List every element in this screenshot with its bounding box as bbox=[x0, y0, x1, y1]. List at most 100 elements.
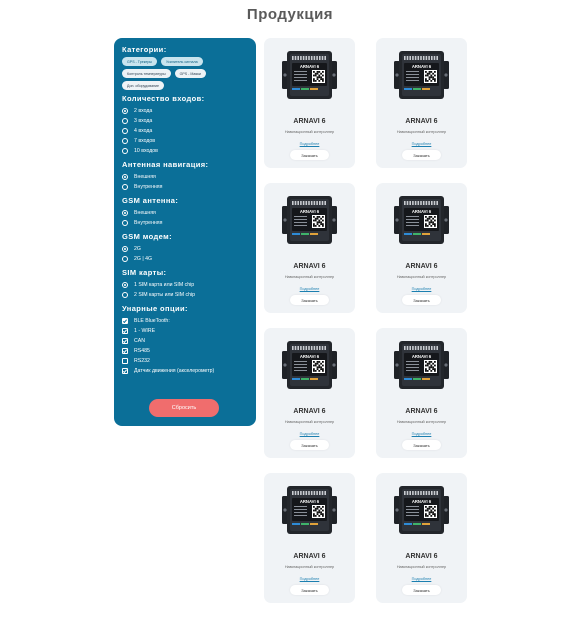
radio-icon[interactable] bbox=[122, 292, 128, 298]
inputs-option[interactable]: 7 входов bbox=[122, 136, 248, 146]
product-card[interactable]: ARNAVI 6 ARNAVI 6 Навигационный контролл… bbox=[264, 328, 355, 458]
radio-icon[interactable] bbox=[122, 118, 128, 124]
product-card[interactable]: ARNAVI 6 ARNAVI 6 Навигационный контролл… bbox=[264, 38, 355, 168]
options-checkbox-row[interactable]: BLE BlueTooth: bbox=[122, 316, 248, 326]
product-card[interactable]: ARNAVI 6 ARNAVI 6 Навигационный контролл… bbox=[264, 473, 355, 603]
order-button[interactable]: Заказать bbox=[402, 440, 441, 450]
details-link[interactable]: Подробнее bbox=[264, 287, 355, 291]
radio-icon[interactable] bbox=[122, 128, 128, 134]
details-link[interactable]: Подробнее bbox=[264, 142, 355, 146]
option-label: 2G bbox=[134, 246, 141, 252]
device-image: ARNAVI 6 bbox=[282, 51, 337, 99]
page-title: Продукция bbox=[246, 6, 334, 23]
order-button[interactable]: Заказать bbox=[402, 295, 441, 305]
inputs-option[interactable]: 3 входа bbox=[122, 116, 248, 126]
radio-icon[interactable] bbox=[122, 256, 128, 262]
order-button[interactable]: Заказать bbox=[290, 440, 329, 450]
product-card[interactable]: ARNAVI 6 ARNAVI 6 Навигационный контролл… bbox=[376, 328, 467, 458]
filter-sidebar: Категории: GPS - Трекеры Усилитель сигна… bbox=[114, 38, 256, 426]
radio-icon[interactable] bbox=[122, 174, 128, 180]
device-brand-label: ARNAVI 6 bbox=[300, 499, 320, 504]
options-checkbox-row[interactable]: RS232 bbox=[122, 356, 248, 366]
details-link[interactable]: Подробнее bbox=[376, 432, 467, 436]
option-label: 3 входа bbox=[134, 118, 153, 124]
gsm-antenna-option[interactable]: Внутренняя bbox=[122, 218, 248, 228]
radio-icon[interactable] bbox=[122, 108, 128, 114]
options-checkbox-row[interactable]: Датчик движения (акселерометр) bbox=[122, 366, 248, 376]
option-label: Датчик движения (акселерометр) bbox=[134, 368, 215, 374]
option-label: Внешняя bbox=[134, 174, 156, 180]
device-brand-label: ARNAVI 6 bbox=[300, 209, 320, 214]
reset-button[interactable]: Сбросить bbox=[149, 399, 219, 417]
checkbox-icon[interactable] bbox=[122, 328, 128, 334]
radio-icon[interactable] bbox=[122, 282, 128, 288]
details-link[interactable]: Подробнее bbox=[376, 577, 467, 581]
product-card[interactable]: ARNAVI 6 ARNAVI 6 Навигационный контролл… bbox=[264, 183, 355, 313]
inputs-option[interactable]: 4 входа bbox=[122, 126, 248, 136]
gsm-modem-option[interactable]: 2G bbox=[122, 244, 248, 254]
product-name: ARNAVI 6 bbox=[293, 408, 326, 415]
device-image: ARNAVI 6 bbox=[282, 486, 337, 534]
details-link[interactable]: Подробнее bbox=[264, 432, 355, 436]
product-name: ARNAVI 6 bbox=[293, 263, 326, 270]
device-image: ARNAVI 6 bbox=[394, 486, 449, 534]
sim-option[interactable]: 1 SIM карта или SIM chip bbox=[122, 280, 248, 290]
checkbox-icon[interactable] bbox=[122, 338, 128, 344]
order-button[interactable]: Заказать bbox=[290, 585, 329, 595]
product-name: ARNAVI 6 bbox=[293, 553, 326, 560]
antenna-option[interactable]: Внешняя bbox=[122, 172, 248, 182]
radio-icon[interactable] bbox=[122, 138, 128, 144]
product-subtitle: Навигационный контроллер bbox=[284, 130, 335, 134]
category-chip-extra-equipment[interactable]: Доп. оборудование bbox=[122, 81, 165, 90]
sim-option[interactable]: 2 SIM карты или SIM chip bbox=[122, 290, 248, 300]
radio-icon[interactable] bbox=[122, 184, 128, 190]
details-link[interactable]: Подробнее bbox=[264, 577, 355, 581]
product-subtitle: Навигационный контроллер bbox=[396, 565, 447, 569]
product-card[interactable]: ARNAVI 6 ARNAVI 6 Навигационный контролл… bbox=[376, 38, 467, 168]
option-label: 7 входов bbox=[134, 138, 156, 144]
device-brand-label: ARNAVI 6 bbox=[412, 64, 432, 69]
option-label: Внешняя bbox=[134, 210, 156, 216]
radio-icon[interactable] bbox=[122, 210, 128, 216]
product-name: ARNAVI 6 bbox=[405, 553, 438, 560]
product-card[interactable]: ARNAVI 6 ARNAVI 6 Навигационный контролл… bbox=[376, 473, 467, 603]
options-checkbox-row[interactable]: CAN bbox=[122, 336, 248, 346]
inputs-option[interactable]: 2 входа bbox=[122, 106, 248, 116]
options-checkbox-row[interactable]: RS485 bbox=[122, 346, 248, 356]
product-subtitle: Навигационный контроллер bbox=[396, 275, 447, 279]
antenna-option[interactable]: Внутренняя bbox=[122, 182, 248, 192]
antenna-heading: Антенная навигация: bbox=[122, 160, 209, 169]
option-label: Внутренняя bbox=[134, 220, 163, 226]
device-brand-label: ARNAVI 6 bbox=[300, 354, 320, 359]
order-button[interactable]: Заказать bbox=[402, 150, 441, 160]
category-chips: GPS - Трекеры Усилитель сигнала Контроль… bbox=[122, 57, 248, 90]
inputs-option[interactable]: 10 входов bbox=[122, 146, 248, 156]
option-label: CAN bbox=[134, 338, 145, 344]
product-name: ARNAVI 6 bbox=[405, 118, 438, 125]
order-button[interactable]: Заказать bbox=[290, 295, 329, 305]
gsm-antenna-option[interactable]: Внешняя bbox=[122, 208, 248, 218]
checkbox-icon[interactable] bbox=[122, 358, 128, 364]
inputs-heading: Количество входов: bbox=[122, 94, 205, 103]
category-chip-gps-trackers[interactable]: GPS - Трекеры bbox=[122, 57, 157, 66]
checkbox-icon[interactable] bbox=[122, 348, 128, 354]
details-link[interactable]: Подробнее bbox=[376, 142, 467, 146]
category-chip-gps-beacons[interactable]: GPS - Маяки bbox=[174, 69, 206, 78]
category-chip-temperature[interactable]: Контроль температуры bbox=[122, 69, 171, 78]
checkbox-icon[interactable] bbox=[122, 368, 128, 374]
option-label: Внутренняя bbox=[134, 184, 163, 190]
options-checkbox-row[interactable]: 1 - WIRE bbox=[122, 326, 248, 336]
device-image: ARNAVI 6 bbox=[282, 196, 337, 244]
product-subtitle: Навигационный контроллер bbox=[284, 420, 335, 424]
order-button[interactable]: Заказать bbox=[290, 150, 329, 160]
details-link[interactable]: Подробнее bbox=[376, 287, 467, 291]
checkbox-icon[interactable] bbox=[122, 318, 128, 324]
gsm-modem-option[interactable]: 2G | 4G bbox=[122, 254, 248, 264]
order-button[interactable]: Заказать bbox=[402, 585, 441, 595]
radio-icon[interactable] bbox=[122, 220, 128, 226]
category-chip-signal-amplifier[interactable]: Усилитель сигнала bbox=[160, 57, 203, 66]
product-card[interactable]: ARNAVI 6 ARNAVI 6 Навигационный контролл… bbox=[376, 183, 467, 313]
radio-icon[interactable] bbox=[122, 148, 128, 154]
radio-icon[interactable] bbox=[122, 246, 128, 252]
options-heading: Унарные опции: bbox=[122, 304, 188, 313]
